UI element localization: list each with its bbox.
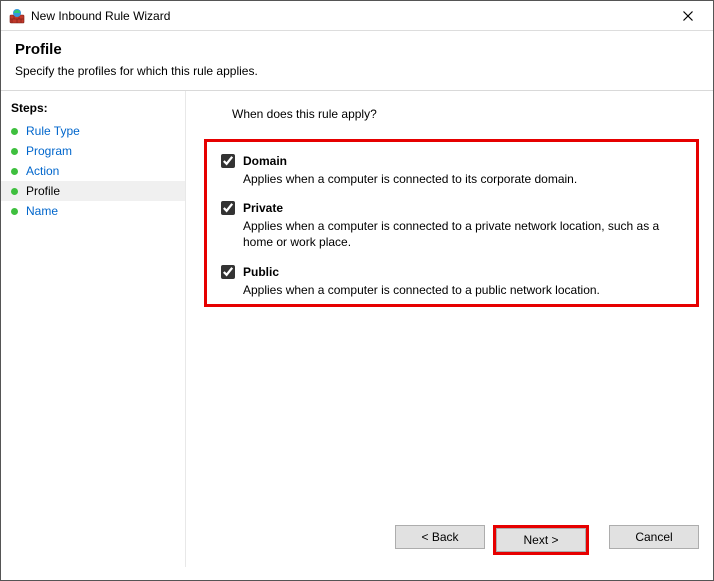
step-name[interactable]: Name [1,201,185,221]
step-program[interactable]: Program [1,141,185,161]
next-button[interactable]: Next > [496,528,586,552]
step-label: Profile [26,184,60,198]
steps-heading: Steps: [1,97,185,121]
main-panel: When does this rule apply? Domain Applie… [186,91,713,567]
step-label: Rule Type [26,124,80,138]
step-bullet-icon [11,208,18,215]
close-button[interactable] [667,2,709,30]
private-checkbox[interactable] [221,201,235,215]
step-label: Action [26,164,59,178]
option-private: Private Applies when a computer is conne… [221,201,682,250]
option-domain-row[interactable]: Domain [221,154,682,168]
domain-checkbox[interactable] [221,154,235,168]
step-label: Program [26,144,72,158]
option-name: Private [243,201,283,215]
button-row: < Back Next > Cancel [395,525,699,555]
step-bullet-icon [11,188,18,195]
page-subtitle: Specify the profiles for which this rule… [15,64,699,78]
header: Profile Specify the profiles for which t… [1,31,713,90]
question-text: When does this rule apply? [232,107,699,121]
step-bullet-icon [11,128,18,135]
option-desc: Applies when a computer is connected to … [243,282,682,298]
close-icon [683,11,693,21]
sidebar: Steps: Rule Type Program Action Profile … [1,91,186,567]
window-title: New Inbound Rule Wizard [31,9,667,23]
option-public-row[interactable]: Public [221,265,682,279]
public-checkbox[interactable] [221,265,235,279]
page-title: Profile [15,41,699,58]
step-bullet-icon [11,168,18,175]
option-public: Public Applies when a computer is connec… [221,265,682,298]
body: Steps: Rule Type Program Action Profile … [1,90,713,567]
option-desc: Applies when a computer is connected to … [243,171,682,187]
cancel-button[interactable]: Cancel [609,525,699,549]
option-domain: Domain Applies when a computer is connec… [221,154,682,187]
step-bullet-icon [11,148,18,155]
step-action[interactable]: Action [1,161,185,181]
option-name: Public [243,265,279,279]
step-rule-type[interactable]: Rule Type [1,121,185,141]
titlebar: New Inbound Rule Wizard [1,1,713,31]
step-profile[interactable]: Profile [1,181,185,201]
option-name: Domain [243,154,287,168]
back-button[interactable]: < Back [395,525,485,549]
option-private-row[interactable]: Private [221,201,682,215]
option-desc: Applies when a computer is connected to … [243,218,682,250]
profiles-highlight-box: Domain Applies when a computer is connec… [204,139,699,307]
step-label: Name [26,204,58,218]
firewall-icon [9,8,25,24]
